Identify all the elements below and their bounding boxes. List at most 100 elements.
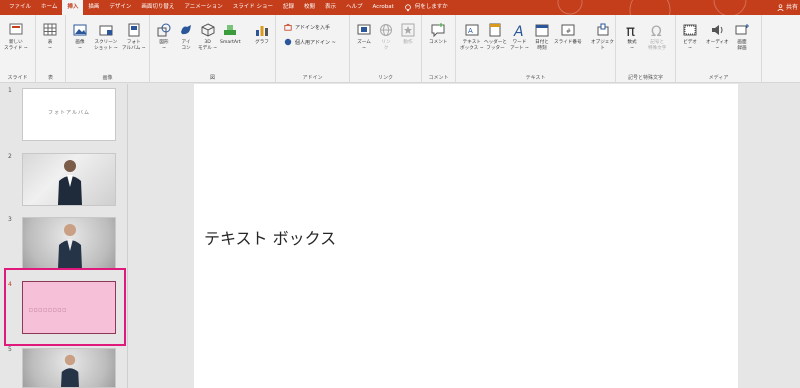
zoom-button[interactable]: ズーム ~ [356,22,372,52]
slide-thumbnail-panel[interactable]: 1 フォトアルバム 2 3 4 □□□□□□□□ 5 [0,84,128,388]
chart-label: グラフ [255,40,269,45]
textbox-icon: A [465,24,479,36]
my-addins-label: 個人用アドイン ~ [295,39,336,46]
screen-recording-icon [735,24,749,35]
icons-button[interactable]: アイ コン [178,22,194,52]
header-footer-button[interactable]: ヘッダーと フッター [484,22,507,52]
object-icon [597,23,608,36]
tab-file[interactable]: ファイル [4,0,36,15]
table-button[interactable]: 表 ~ [42,22,58,52]
table-label: 表 ~ [47,40,53,51]
tab-record[interactable]: 記録 [278,0,299,15]
tab-review[interactable]: 校閲 [299,0,320,15]
photo-album-icon [128,23,140,37]
slide-number-2: 2 [8,153,12,160]
slide-text-box[interactable]: テキスト ボックス [204,225,336,249]
action-label: 動作 [403,40,413,45]
calendar-icon [535,24,549,37]
tab-view[interactable]: 表示 [320,0,341,15]
screen-recording-label: 画面 録画 [737,40,747,51]
group-addins: アドインを入手 個人用アドイン ~ アドイン [276,15,350,83]
chart-icon [256,26,268,36]
screen-recording-button[interactable]: 画面 録画 [734,22,750,52]
slide-number-button[interactable]: # スライド番号 [554,22,582,46]
group-images-label: 画像 [102,75,113,81]
tab-slideshow[interactable]: スライド ショー [228,0,278,15]
tab-animations[interactable]: アニメーション [179,0,227,15]
video-label: ビデオ ~ [683,40,697,51]
group-illustrations-label: 図 [209,75,215,81]
tab-help[interactable]: ヘルプ [341,0,368,15]
group-illustrations: 図形 ~ アイ コン 3D モデル ~ SmartArt グラフ 図 [150,15,276,83]
group-media: ビデオ ~ オーディオ ~ 画面 録画 メディア [676,15,762,83]
group-table-label: 表 [47,75,53,81]
group-images: 画像 ~ スクリーン ショット ~ フォト アルバム ~ 画像 [66,15,150,83]
svg-text:A: A [468,27,473,35]
svg-text:Ω: Ω [651,24,662,38]
zoom-label: ズーム ~ [357,40,371,51]
audio-button[interactable]: オーディオ ~ [706,22,729,52]
picture-button[interactable]: 画像 ~ [72,22,88,52]
shapes-button[interactable]: 図形 ~ [156,22,172,52]
share-button[interactable]: 共有 [777,0,798,15]
tab-design[interactable]: デザイン [104,0,136,15]
3d-models-label: 3D モデル ~ [198,40,218,51]
comment-button[interactable]: コメント [429,22,447,46]
svg-text:A: A [513,24,524,38]
video-button[interactable]: ビデオ ~ [682,22,698,52]
slide-editing-area: テキスト ボックス [129,84,800,388]
table-icon [43,23,57,36]
slide-number-5: 5 [8,346,12,353]
group-addins-label: アドイン [302,75,323,81]
picture-icon [73,24,87,36]
textbox-button[interactable]: A テキスト ボックス ~ [460,22,484,52]
tab-insert[interactable]: 挿入 [62,0,84,15]
smartart-icon [224,25,237,35]
tab-acrobat[interactable]: Acrobat [368,0,399,15]
cube-icon [201,23,215,37]
person-icon [777,4,784,11]
action-star-icon [401,23,415,37]
date-time-button[interactable]: 日付と 時刻 [534,22,550,52]
slide-thumbnail-5[interactable] [22,348,116,388]
shapes-icon [157,23,171,37]
link-button[interactable]: リン ク [378,22,394,52]
tab-home[interactable]: ホーム [36,0,62,15]
slide-thumbnail-2[interactable] [22,153,116,206]
slide-thumbnail-1[interactable]: フォトアルバム [22,88,116,141]
tab-transitions[interactable]: 画面切り替え [136,0,179,15]
get-addins-label: アドインを入手 [295,24,331,31]
action-button[interactable]: 動作 [400,22,416,46]
person-photo [58,160,82,205]
slide-thumbnail-4-text: □□□□□□□□ [29,307,68,312]
tell-me-search[interactable]: 何をしますか [399,0,453,15]
new-slide-button[interactable]: 新しい スライド ~ [4,22,28,52]
object-button[interactable]: オブジェクト [590,22,615,52]
get-addins-button[interactable]: アドインを入手 [284,23,330,31]
current-slide[interactable]: テキスト ボックス [194,84,738,388]
comment-icon [431,23,445,38]
person-photo [58,224,82,269]
my-addins-button[interactable]: 個人用アドイン ~ [284,38,336,46]
shapes-label: 図形 ~ [159,40,169,51]
group-table: 表 ~ 表 [36,15,66,83]
screenshot-button[interactable]: スクリーン ショット ~ [94,22,118,52]
equation-button[interactable]: π 数式 ~ [624,22,640,52]
photo-album-button[interactable]: フォト アルバム ~ [122,22,146,52]
slide-thumbnail-3[interactable] [22,217,116,270]
video-icon [683,24,697,36]
3d-models-button[interactable]: 3D モデル ~ [198,22,217,52]
addins-icon [284,38,292,46]
tab-draw[interactable]: 描画 [83,0,104,15]
wordart-button[interactable]: A ワード アート ~ [510,22,529,52]
symbol-button[interactable]: Ω 記号と 特殊文字 [648,22,666,52]
person-photo [61,354,79,387]
group-links: ズーム ~ リン ク 動作 リンク [350,15,422,83]
zoom-icon [357,24,371,35]
audio-label: オーディオ ~ [706,40,729,51]
group-links-label: リンク [377,75,393,81]
smartart-button[interactable]: SmartArt [220,22,241,46]
group-media-label: メディア [708,75,729,81]
slide-thumbnail-4[interactable]: □□□□□□□□ [22,281,116,334]
chart-button[interactable]: グラフ [254,22,270,46]
